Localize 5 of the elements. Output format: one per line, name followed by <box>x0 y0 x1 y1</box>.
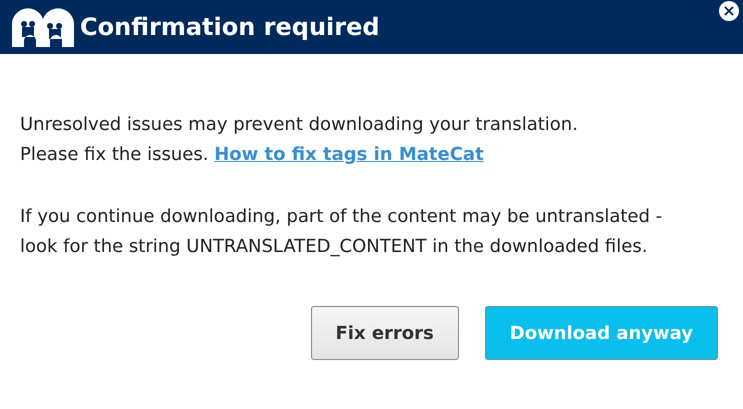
logo-icon <box>12 7 74 47</box>
dialog-title: Confirmation required <box>80 12 380 43</box>
issues-message: Unresolved issues may prevent downloading your translation. Please fix the issues. How to fix tags in MateCat <box>20 113 578 167</box>
dialog-button[interactable]: Fix errors <box>310 306 459 360</box>
warning-message: If you continue downloading, part of the content may be untranslated - look for the string UNTRANSLATED_CONTENT in the downloaded files. <box>20 205 664 259</box>
